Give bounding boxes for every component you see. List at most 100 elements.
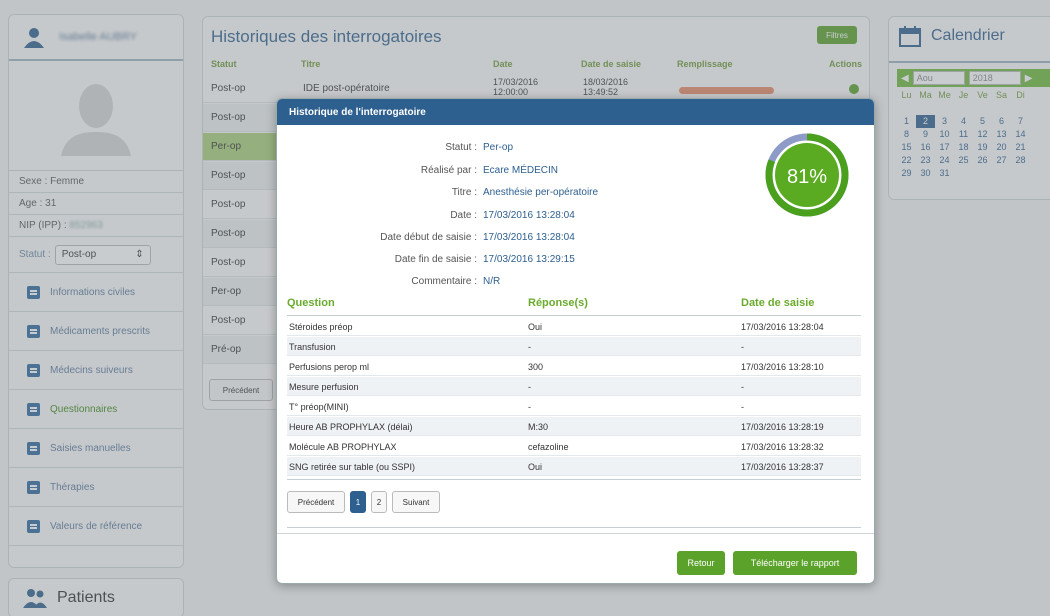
month-select[interactable]: Aou <box>912 71 965 85</box>
next-month-icon[interactable]: ▶ <box>1025 73 1033 84</box>
pagination-page-2[interactable]: 2 <box>371 491 387 513</box>
calendar-day[interactable]: 17 <box>935 141 954 154</box>
calendar-day[interactable]: 14 <box>1011 128 1030 141</box>
historique-row-statut[interactable]: Post-op <box>203 75 277 103</box>
cell-reponse: 300 <box>528 362 544 372</box>
calendar-day[interactable]: 10 <box>935 128 954 141</box>
menu-label: Médecins suiveurs <box>50 364 133 376</box>
prev-month-icon[interactable]: ◀ <box>901 73 909 84</box>
calendar-day[interactable]: 11 <box>954 128 973 141</box>
detail-field-label: Statut : <box>445 142 477 153</box>
modal-footer <box>277 533 874 534</box>
calendar-day[interactable]: 9 <box>916 128 935 141</box>
menu-medicaments-prescrits[interactable]: Médicaments prescrits <box>9 312 183 351</box>
cell-date: 17/03/2016 13:28:10 <box>741 362 824 372</box>
historique-row-statut[interactable]: Post-op <box>203 307 277 335</box>
calendar-day[interactable]: 6 <box>992 115 1011 128</box>
col-remplissage[interactable]: Remplissage <box>677 59 733 69</box>
col-date-saisie[interactable]: Date de saisie <box>581 59 641 69</box>
filtres-button[interactable]: Filtres <box>817 26 857 44</box>
menu-questionnaires[interactable]: Questionnaires <box>9 390 183 429</box>
detail-field-value: Ecare MÉDECIN <box>483 165 559 176</box>
detail-field-value: 17/03/2016 13:29:15 <box>483 254 575 265</box>
calendar-day[interactable]: 12 <box>973 128 992 141</box>
weekday-label: Ve <box>977 90 988 100</box>
calendar-day[interactable]: 3 <box>935 115 954 128</box>
calendar-day[interactable]: 15 <box>897 141 916 154</box>
calendar-day <box>897 102 916 115</box>
modal-title: Historique de l'interrogatoire <box>277 99 874 125</box>
select-arrows-icon: ⇕ <box>135 249 144 260</box>
historique-row-statut[interactable]: Pré-op <box>203 336 277 364</box>
calendar-day[interactable]: 24 <box>935 154 954 167</box>
gear-icon[interactable] <box>849 84 859 94</box>
historique-row-statut[interactable]: Per-op <box>203 133 277 161</box>
calendar-day[interactable]: 7 <box>1011 115 1030 128</box>
historique-row-statut[interactable]: Post-op <box>203 162 277 190</box>
age-label: Age : <box>19 198 43 209</box>
statut-label: Statut : <box>19 249 51 260</box>
historique-row-statut[interactable]: Post-op <box>203 191 277 219</box>
calendar-day[interactable]: 18 <box>954 141 973 154</box>
detail-field-value: Anesthésie per-opératoire <box>483 187 599 198</box>
menu-valeurs-de-reference[interactable]: Valeurs de référence <box>9 507 183 546</box>
historique-row-statut[interactable]: Post-op <box>203 249 277 277</box>
calendar-day[interactable]: 8 <box>897 128 916 141</box>
menu-saisies-manuelles[interactable]: Saisies manuelles <box>9 429 183 468</box>
historique-header-row: Statut Titre Date Date de saisie Remplis… <box>203 59 869 73</box>
historique-row-statut[interactable]: Post-op <box>203 104 277 132</box>
document-icon <box>27 480 40 494</box>
year-select[interactable]: 2018 <box>968 71 1021 85</box>
historique-prev-button[interactable]: Précédent <box>209 379 273 401</box>
calendar-day[interactable]: 30 <box>916 167 935 180</box>
calendar-day[interactable]: 20 <box>992 141 1011 154</box>
document-icon <box>27 285 40 299</box>
calendar-day[interactable]: 4 <box>954 115 973 128</box>
menu-medecins-suiveurs[interactable]: Médecins suiveurs <box>9 351 183 390</box>
table-row: Transfusion - - <box>287 337 861 356</box>
cell-reponse: M:30 <box>528 422 549 432</box>
menu-informations-civiles[interactable]: Informations civiles <box>9 273 183 312</box>
detail-field: Date fin de saisie : 17/03/2016 13:29:15 <box>297 254 575 265</box>
cell-date: - <box>741 342 744 352</box>
table-bottom-border <box>287 479 861 480</box>
cell-reponse: cefazoline <box>528 442 569 452</box>
calendar-day[interactable]: 1 <box>897 115 916 128</box>
detail-field-value: 17/03/2016 13:28:04 <box>483 232 575 243</box>
calendar-day[interactable]: 19 <box>973 141 992 154</box>
historique-row-statut[interactable]: Per-op <box>203 278 277 306</box>
calendar-day[interactable]: 28 <box>1011 154 1030 167</box>
calendar-day <box>954 102 973 115</box>
calendar-day[interactable]: 27 <box>992 154 1011 167</box>
col-date[interactable]: Date <box>493 59 513 69</box>
calendar-day[interactable]: 13 <box>992 128 1011 141</box>
col-actions[interactable]: Actions <box>829 59 862 69</box>
calendar-day[interactable]: 5 <box>973 115 992 128</box>
table-row: SNG retirée sur table (ou SSPI) Oui 17/03/… <box>287 457 861 476</box>
retour-button[interactable]: Retour <box>677 551 725 575</box>
patients-panel[interactable]: Patients <box>8 578 184 616</box>
detail-field: Réalisé par : Ecare MÉDECIN <box>297 165 558 176</box>
calendar-day <box>954 167 973 180</box>
calendar-day[interactable]: 22 <box>897 154 916 167</box>
calendar-day[interactable]: 25 <box>954 154 973 167</box>
pagination-next[interactable]: Suivant <box>392 491 440 513</box>
table-row: Mesure perfusion - - <box>287 377 861 396</box>
pagination-prev[interactable]: Précédent <box>287 491 345 513</box>
calendar-day[interactable]: 26 <box>973 154 992 167</box>
calendar-day[interactable]: 31 <box>935 167 954 180</box>
historique-row-statut[interactable]: Post-op <box>203 220 277 248</box>
calendar-day[interactable]: 23 <box>916 154 935 167</box>
telecharger-rapport-button[interactable]: Télécharger le rapport <box>733 551 857 575</box>
calendar-day[interactable]: 2 <box>916 115 935 128</box>
calendar-day[interactable]: 21 <box>1011 141 1030 154</box>
statut-select[interactable]: Post-op ⇕ <box>54 244 151 265</box>
pagination-page-1[interactable]: 1 <box>350 491 366 513</box>
menu-therapies[interactable]: Thérapies <box>9 468 183 507</box>
calendar-day[interactable]: 16 <box>916 141 935 154</box>
col-statut[interactable]: Statut <box>211 59 237 69</box>
detail-field-label: Date fin de saisie : <box>394 254 477 265</box>
avatar-silhouette-icon <box>61 83 131 156</box>
col-titre[interactable]: Titre <box>301 59 320 69</box>
calendar-day[interactable]: 29 <box>897 167 916 180</box>
